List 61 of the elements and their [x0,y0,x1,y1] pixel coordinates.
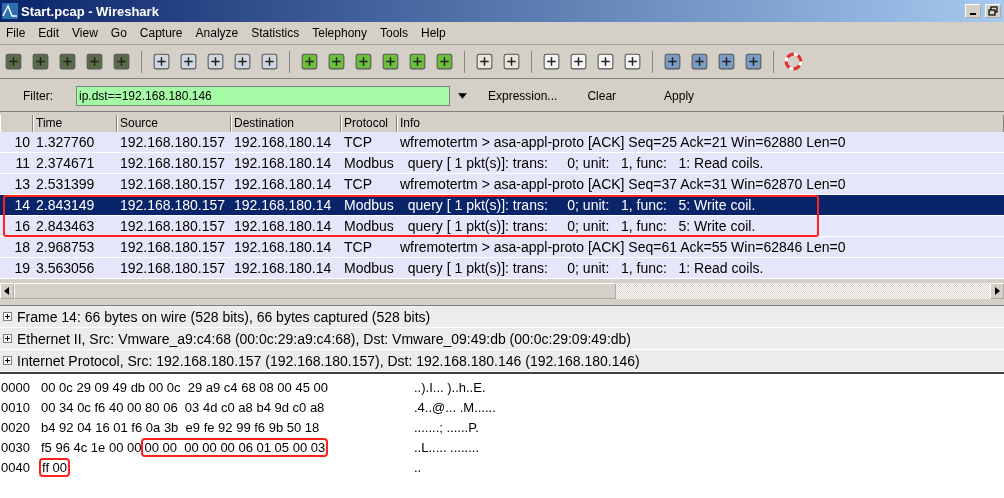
packet-row[interactable]: 14 2.843149 192.168.180.157 192.168.180.14 Modbus query [ 1 pkt(s)]: trans: 0; unit: 1, func: 5: Write coil. [0,195,1004,216]
hex-bytes: 00 34 0c f6 40 00 80 06 03 4d c0 a8 b4 9d c0 a8 [41,399,325,415]
scroll-right-icon[interactable] [990,283,1004,299]
menu-item[interactable]: Capture [139,26,183,40]
menu-item[interactable]: Tools [380,26,408,40]
minimize-button[interactable] [965,4,981,18]
column-header[interactable]: Source [117,115,231,132]
window-title: Start.pcap - Wireshark [21,3,159,19]
restore-button[interactable] [985,4,1001,18]
hex-bytes: ff 00 [41,459,69,475]
lifebuoy-icon[interactable] [783,51,804,72]
hex-bytes: f5 96 4c 1e 00 00 [41,439,142,455]
menu-item[interactable]: Go [110,26,127,40]
filter-input[interactable]: ip.dst==192.168.180.146 [76,86,450,106]
menu-item[interactable]: Edit [38,26,60,40]
hex-bytes: b4 92 04 16 01 f6 0a 3b e9 fe 92 99 f6 9b 50 18 [41,419,320,435]
filter-button[interactable]: Apply [660,87,699,105]
packet-row[interactable]: 18 2.968753 192.168.180.157 192.168.180.14 TCP wfremotertm > asa-appl-proto [ACK] Seq=61 Ack=55 Win=62846 Len=0 [0,237,1004,258]
column-header[interactable] [0,115,33,132]
hex-offset: 0020 [1,419,31,435]
menu-item[interactable]: Analyze [195,26,239,40]
detail-text[interactable]: Frame 14: 66 bytes on wire (528 bits), 66 bytes captured (528 bits) [17,308,431,325]
menu-item[interactable]: View [72,26,98,40]
column-header[interactable]: Time [33,115,117,132]
menu-item[interactable]: Help [421,26,446,40]
scroll-left-icon[interactable] [0,283,14,299]
restore-icon [988,6,998,16]
shark-fin-icon [2,3,18,19]
hex-offset: 0000 [1,379,31,395]
expand-icon[interactable] [3,334,12,343]
hex-bytes: 00 0c 29 09 49 db 00 0c 29 a9 c4 68 08 00 45 00 [41,379,328,395]
ascii-dump: .4..@... .M...... [414,399,496,415]
expand-icon[interactable] [3,312,12,321]
packet-row[interactable]: 16 2.843463 192.168.180.157 192.168.180.14 Modbus query [ 1 pkt(s)]: trans: 0; unit: 1, func: 5: Write coil. [0,216,1004,237]
column-header[interactable]: Info [397,115,1004,132]
column-header[interactable]: Protocol [341,115,397,132]
hex-offset: 0030 [1,439,31,455]
detail-text[interactable]: Ethernet II, Src: Vmware_a9:c4:68 (00:0c:29:a9:c4:68), Dst: Vmware_09:49:db (00:0c:29:09:49:db) [17,330,631,347]
ascii-dump: .......; ......P. [414,419,479,435]
horizontal-scrollbar[interactable] [0,283,1004,299]
expand-icon[interactable] [3,356,12,365]
ascii-dump: ..L..... ........ [414,439,480,455]
packet-row[interactable]: 11 2.374671 192.168.180.157 192.168.180.14 Modbus query [ 1 pkt(s)]: trans: 0; unit: 1, func: 1: Read coils. [0,153,1004,174]
minimize-icon [970,12,976,15]
column-header[interactable]: Destination [231,115,341,132]
packet-row[interactable]: 10 1.327760 192.168.180.157 192.168.180.14 TCP wfremotertm > asa-appl-proto [ACK] Seq=25 Ack=21 Win=62880 Len=0 [0,132,1004,153]
hex-bytes: 00 00 00 00 00 06 01 05 00 03 [143,439,327,455]
detail-text[interactable]: Internet Protocol, Src: 192.168.180.157 (192.168.180.157), Dst: 192.168.180.146 (192.168.180.146) [17,352,640,369]
filter-button[interactable]: Clear [583,87,621,105]
ascii-dump: .. [414,459,422,475]
ascii-dump: ..).I... )..h..E. [414,379,486,395]
menu-item[interactable]: Telephony [312,26,367,40]
dropdown-caret-icon[interactable] [458,93,467,99]
packet-row[interactable]: 19 3.563056 192.168.180.157 192.168.180.14 Modbus query [ 1 pkt(s)]: trans: 0; unit: 1, func: 1: Read coils. [0,258,1004,279]
filter-label: Filter: [22,89,53,103]
menu-item[interactable]: File [6,26,26,40]
hex-offset: 0010 [1,399,31,415]
filter-button[interactable]: Expression... [484,87,562,105]
scroll-thumb[interactable] [14,283,616,299]
menu-item[interactable]: Statistics [251,26,300,40]
hex-offset: 0040 [1,459,31,475]
